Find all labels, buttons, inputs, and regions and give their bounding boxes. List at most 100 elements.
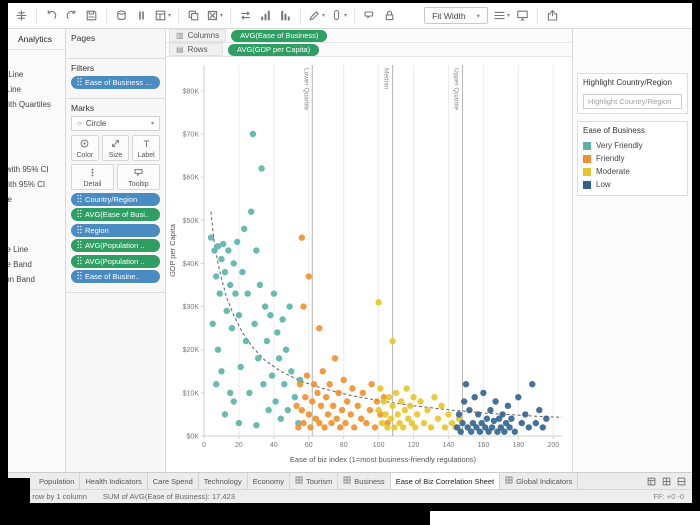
redo-icon[interactable]	[64, 8, 79, 24]
legend-swatch	[583, 154, 591, 163]
sheet-tab-label: Tourism	[305, 476, 333, 486]
rows-grid-icon: ▤	[176, 45, 184, 54]
duplicate-icon[interactable]	[186, 8, 201, 24]
tableau-window: ▾ ▾ ▾ ▾ Fit Width ▾ ▾ Data Analytics Summar…	[8, 3, 692, 503]
pages-drop-area[interactable]	[71, 46, 160, 52]
analytics-item[interactable]: Constant Line	[8, 67, 65, 82]
tableau-logo-icon[interactable]	[14, 8, 29, 24]
analytics-item[interactable]: Box Plot	[8, 112, 65, 127]
columns-pill[interactable]: AVG(Ease of Business)	[231, 29, 328, 42]
undo-icon[interactable]	[44, 8, 59, 24]
swap-axes-icon[interactable]	[238, 8, 253, 24]
legend-item[interactable]: Low	[583, 178, 682, 191]
new-worksheet-icon[interactable]: ▾	[154, 8, 171, 24]
toolbar: ▾ ▾ ▾ ▾ Fit Width ▾ ▾	[8, 3, 692, 29]
sort-descending-icon[interactable]	[278, 8, 293, 24]
sheet-tab[interactable]: Health Indicators	[80, 473, 148, 489]
mark-type-select[interactable]: ○ Circle ▾	[71, 115, 160, 131]
sheet-tab[interactable]: Global Indicators	[500, 473, 579, 489]
analytics-item[interactable]: Average with 95% CI	[8, 162, 65, 177]
analytics-item[interactable]: Box Plot	[8, 287, 65, 302]
size-button[interactable]: Size	[101, 134, 130, 161]
analytics-item[interactable]: Reference Line	[8, 242, 65, 257]
legend-items: Very Friendly Friendly Moderate Low	[583, 139, 682, 191]
analytics-item[interactable]: Median with Quartiles	[8, 97, 65, 112]
svg-text:180: 180	[512, 442, 524, 449]
add-data-icon[interactable]	[114, 8, 129, 24]
analytics-item[interactable]: Distribution Band	[8, 272, 65, 287]
rows-shelf[interactable]: ▤ Rows AVG(GDP per Capita)	[166, 43, 572, 57]
new-dashboard-button[interactable]	[661, 476, 672, 487]
analytics-item[interactable]: Trend Line	[8, 192, 65, 207]
group-members-icon[interactable]: ▾	[330, 8, 347, 24]
marks-pill[interactable]: Ease of Busine..	[71, 270, 160, 283]
x-axis[interactable]: 0 20 40 60 80 100 120 140 160 180 200	[202, 436, 559, 449]
legend-item[interactable]: Friendly	[583, 152, 682, 165]
rows-pill[interactable]: AVG(GDP per Capita)	[228, 43, 320, 56]
filter-pill[interactable]: Ease of Business (cl..	[71, 76, 160, 89]
share-icon[interactable]	[545, 8, 560, 24]
save-icon[interactable]	[84, 8, 99, 24]
show-mark-labels-icon[interactable]	[362, 8, 377, 24]
grip-icon	[77, 209, 82, 220]
highlight-icon[interactable]: ▾	[308, 8, 325, 24]
toolbar-separator	[178, 8, 180, 23]
marks-pill[interactable]: Region	[71, 223, 160, 237]
clear-sheet-icon[interactable]: ▾	[206, 8, 223, 24]
y-axis[interactable]: $0K $10K $20K $30K $40K $50K $60K $70K $80K	[183, 88, 204, 441]
analytics-item[interactable]: Reference Band	[8, 257, 65, 272]
marks-pill[interactable]: AVG(Ease of Busi..	[71, 208, 160, 221]
legend-item[interactable]: Very Friendly	[583, 139, 682, 152]
series-low[interactable]	[454, 381, 550, 435]
toolbar-separator	[300, 8, 302, 23]
label-button[interactable]: Label	[132, 134, 161, 161]
sheet-tab[interactable]: Ease of Biz Correlation Sheet	[390, 473, 501, 489]
pause-updates-icon[interactable]	[134, 8, 149, 24]
detail-icon	[87, 167, 98, 180]
analytics-item[interactable]: Forecast	[8, 207, 65, 222]
series-friendly[interactable]	[293, 234, 391, 431]
sheet-tab[interactable]: Care Spend	[148, 473, 199, 489]
tooltip-button[interactable]: Tooltip	[117, 163, 160, 190]
pill-label: Country/Region	[85, 194, 138, 204]
legend-label: Very Friendly	[596, 141, 643, 150]
sheet-tab-label: Business	[354, 476, 385, 486]
show-cards-icon[interactable]: ▾	[493, 8, 510, 24]
marks-button-label: Detail	[83, 180, 102, 188]
marks-title: Marks	[71, 102, 95, 113]
columns-shelf[interactable]: ▥ Columns AVG(Ease of Business)	[166, 29, 572, 43]
highlight-input[interactable]	[583, 94, 682, 109]
new-story-button[interactable]	[676, 476, 687, 487]
pill-label: AVG(Ease of Busi..	[85, 210, 150, 219]
detail-button[interactable]: Detail	[71, 163, 114, 190]
sort-ascending-icon[interactable]	[258, 8, 273, 24]
sheet-tab[interactable]: Economy	[248, 473, 290, 489]
analytics-item[interactable]: Median with 95% CI	[8, 177, 65, 192]
series-moderate[interactable]	[375, 299, 463, 431]
sheet-tab[interactable]: Tourism	[290, 473, 339, 489]
marks-pill[interactable]: AVG(Population ..	[71, 254, 160, 268]
y-axis-title: GDP per Capita	[168, 223, 177, 277]
sheet-tab[interactable]: Population	[34, 473, 81, 489]
fit-selector[interactable]: Fit Width ▾	[424, 7, 488, 24]
sheet-tab[interactable]: Technology	[199, 473, 248, 489]
analytics-item[interactable]: Totals	[8, 127, 65, 142]
chevron-down-icon: ▾	[150, 120, 154, 127]
presentation-mode-icon[interactable]	[515, 8, 530, 24]
marks-pill[interactable]: Country/Region	[71, 192, 160, 206]
status-aggregate: SUM of AVG(Ease of Business): 17.423	[102, 492, 235, 501]
legend-swatch	[583, 141, 591, 150]
marks-pill[interactable]: AVG(Population ..	[71, 239, 160, 252]
scatter-chart[interactable]: $0K $10K $20K $30K $40K $50K $60K $70K $80K 0 20 40…	[166, 57, 572, 468]
legend-item[interactable]: Moderate	[583, 165, 682, 178]
fix-axes-icon[interactable]	[382, 8, 397, 24]
sheet-grid-icon	[295, 476, 303, 486]
svg-text:140: 140	[443, 442, 455, 449]
data-pane: Pages Filters Ease of Business (cl.. Mar…	[66, 29, 166, 472]
sheet-tab[interactable]: Business	[338, 473, 391, 489]
color-button[interactable]: Color	[71, 134, 99, 161]
analytics-item[interactable]: Average Line	[8, 82, 65, 97]
tab-analytics[interactable]: Analytics	[18, 34, 52, 44]
analytics-section: Model Average with 95% CI Median with 95% …	[8, 145, 65, 225]
new-worksheet-button[interactable]	[646, 476, 657, 487]
